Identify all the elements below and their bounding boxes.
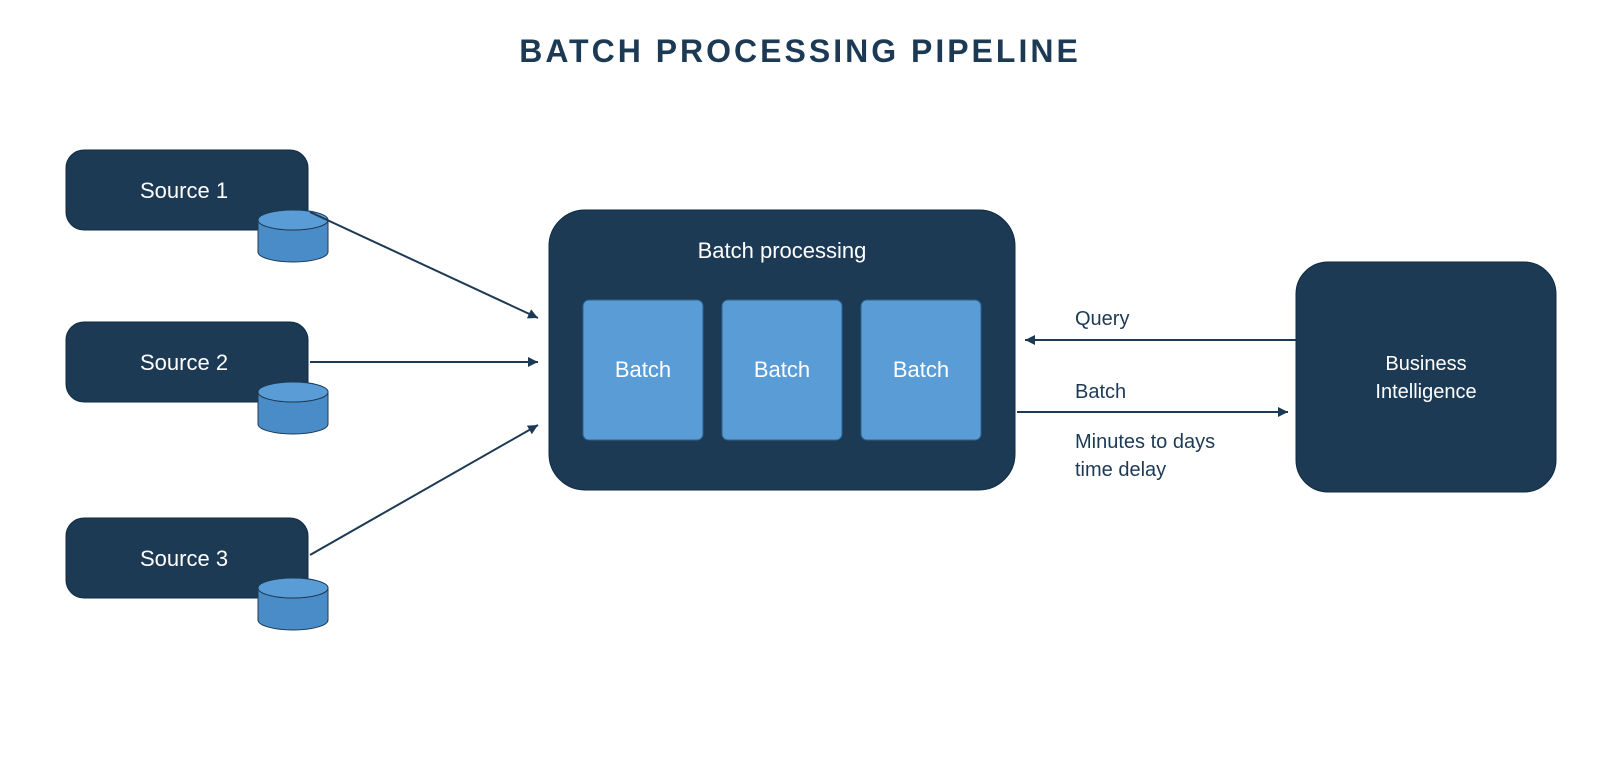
processor-title: Batch processing bbox=[698, 238, 867, 263]
batch-unit-1: Batch bbox=[583, 300, 703, 440]
diagram-title: BATCH PROCESSING PIPELINE bbox=[519, 33, 1081, 69]
db-icon bbox=[258, 382, 328, 434]
source-1-label: Source 1 bbox=[140, 178, 228, 203]
source-1: Source 1 bbox=[66, 150, 328, 262]
batch-unit-1-label: Batch bbox=[615, 357, 671, 382]
query-label: Query bbox=[1075, 308, 1129, 330]
batch-processor: Batch processing Batch Batch Batch bbox=[549, 210, 1015, 490]
arrow-source3-to-processor bbox=[310, 425, 538, 555]
db-icon bbox=[258, 578, 328, 630]
batch-unit-3-label: Batch bbox=[893, 357, 949, 382]
source-2-label: Source 2 bbox=[140, 350, 228, 375]
bi-label-line2: Intelligence bbox=[1375, 381, 1476, 403]
arrow-source1-to-processor bbox=[310, 212, 538, 318]
source-3-label: Source 3 bbox=[140, 546, 228, 571]
batch-unit-2-label: Batch bbox=[754, 357, 810, 382]
db-icon bbox=[258, 210, 328, 262]
batch-edge-label: Batch bbox=[1075, 381, 1126, 403]
source-3: Source 3 bbox=[66, 518, 328, 630]
batch-unit-3: Batch bbox=[861, 300, 981, 440]
diagram-canvas: BATCH PROCESSING PIPELINE Source 1 Sourc… bbox=[0, 0, 1600, 772]
source-2: Source 2 bbox=[66, 322, 328, 434]
business-intelligence: Business Intelligence bbox=[1296, 262, 1556, 492]
batch-unit-2: Batch bbox=[722, 300, 842, 440]
delay-label-1: Minutes to days bbox=[1075, 431, 1215, 453]
bi-label-line1: Business bbox=[1385, 353, 1466, 375]
delay-label-2: time delay bbox=[1075, 459, 1166, 481]
